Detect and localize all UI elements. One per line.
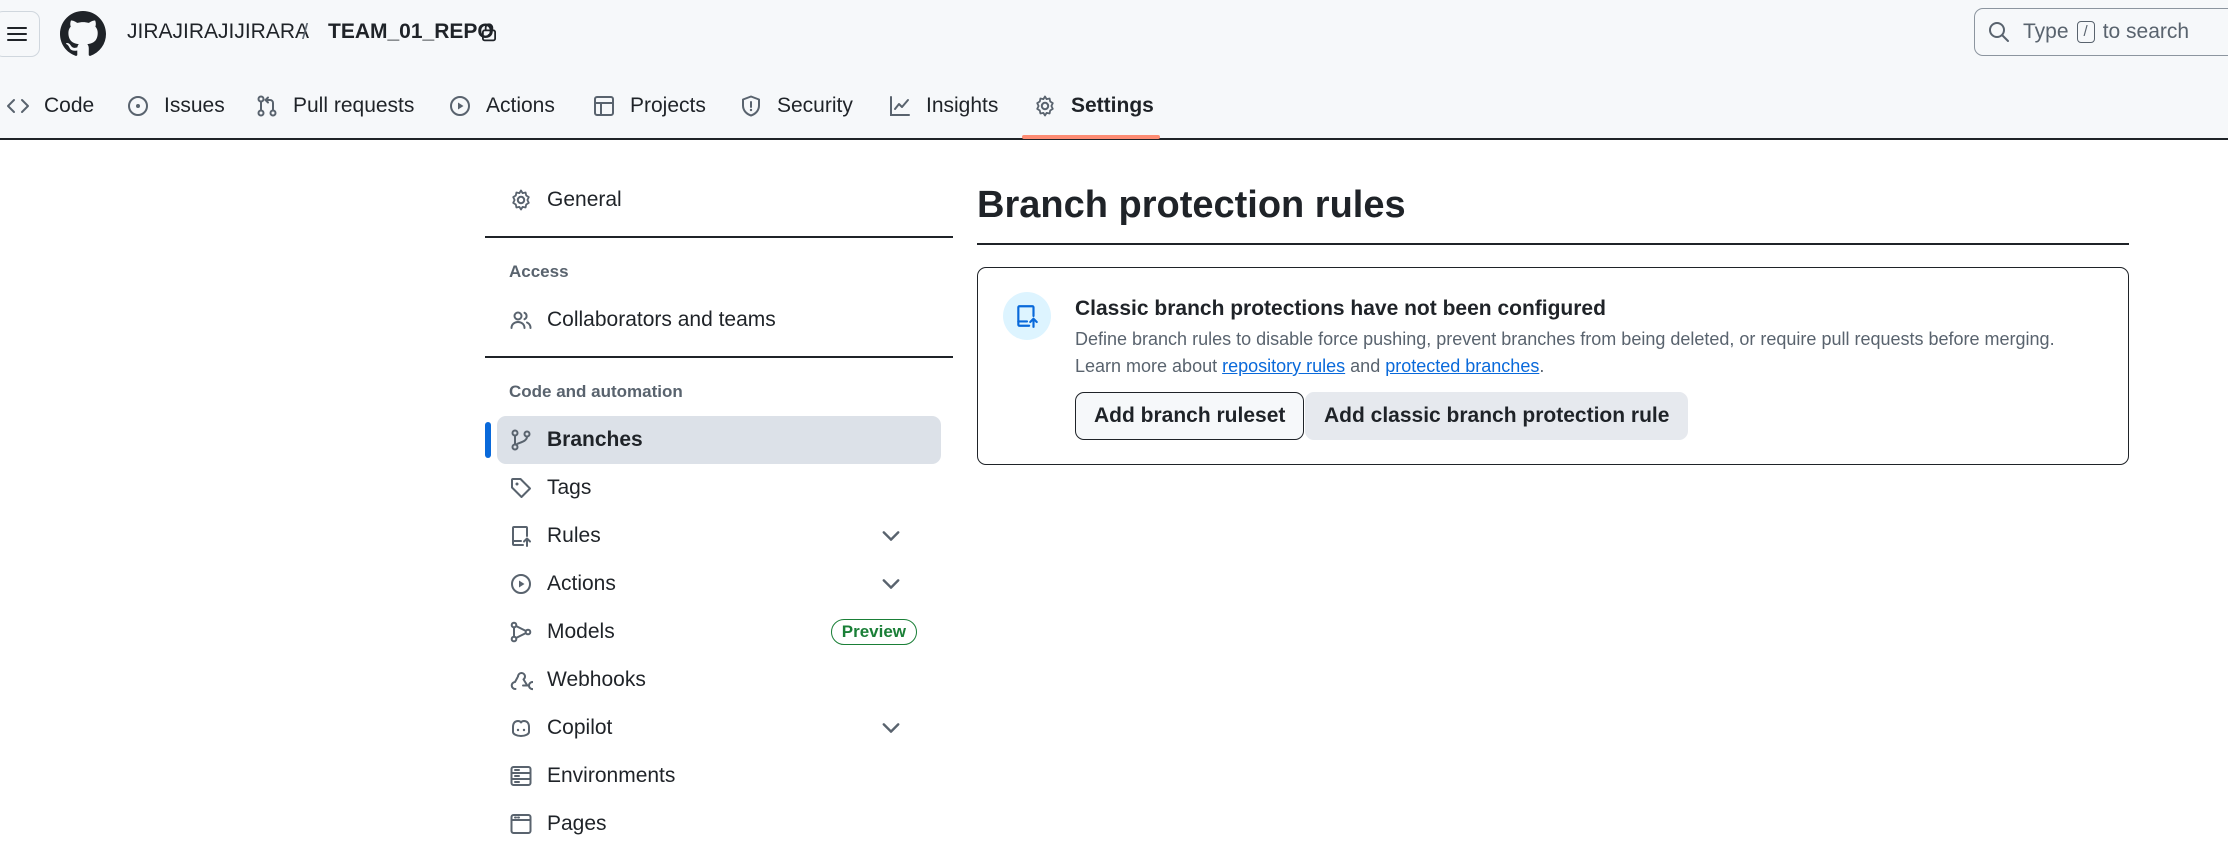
- sidebar-item-label: Branches: [547, 428, 643, 451]
- tab-security[interactable]: Security: [739, 82, 853, 130]
- models-icon: [510, 621, 532, 643]
- preview-badge: Preview: [830, 619, 917, 645]
- play-icon: [450, 96, 470, 116]
- tab-insights-label: Insights: [926, 94, 999, 117]
- and-text: and: [1350, 356, 1381, 376]
- play-icon: [511, 574, 531, 594]
- sidebar-item-general[interactable]: General: [497, 176, 941, 224]
- sidebar-item-collaborators[interactable]: Collaborators and teams: [497, 296, 941, 344]
- page-title: Branch protection rules: [977, 184, 1406, 226]
- search-input[interactable]: Type / to search: [1974, 8, 2228, 56]
- branch-protection-blankslate: Classic branch protections have not been…: [977, 267, 2129, 465]
- chevron-down-icon[interactable]: [879, 716, 903, 740]
- breadcrumb-separator: /: [302, 19, 309, 44]
- repository-rules-link[interactable]: repository rules: [1222, 356, 1345, 376]
- chevron-down-icon[interactable]: [879, 524, 903, 548]
- people-icon: [510, 311, 532, 329]
- lock-icon: [482, 23, 496, 42]
- blankslate-desc-line1: Define branch rules to disable force pus…: [1075, 329, 2055, 349]
- git-pull-request-icon: [257, 95, 277, 117]
- period-text: .: [1539, 356, 1545, 376]
- server-icon: [510, 766, 532, 786]
- sidebar-item-environments[interactable]: Environments: [497, 752, 941, 800]
- hamburger-menu-button[interactable]: [0, 11, 40, 57]
- sidebar-item-label: Rules: [547, 524, 601, 547]
- sidebar-heading-access: Access: [509, 262, 569, 281]
- sidebar-item-rules[interactable]: Rules: [497, 512, 941, 560]
- title-divider: [977, 243, 2129, 245]
- blankslate-title: Classic branch protections have not been…: [1075, 297, 1606, 320]
- search-shortcut-key: /: [2076, 21, 2095, 43]
- tab-actions-label: Actions: [486, 94, 555, 117]
- github-logo-icon[interactable]: [60, 11, 106, 57]
- add-branch-ruleset-button[interactable]: Add branch ruleset: [1075, 392, 1305, 440]
- blankslate-description: Define branch rules to disable force pus…: [1075, 326, 2115, 380]
- hamburger-icon: [7, 27, 27, 41]
- sidebar-item-label: General: [547, 188, 622, 211]
- blankslate-icon-wrap: [1003, 292, 1051, 340]
- tab-insights[interactable]: Insights: [888, 82, 998, 130]
- sidebar-item-branches[interactable]: Branches: [497, 416, 941, 464]
- gear-icon: [1036, 95, 1054, 117]
- code-icon: [7, 99, 29, 113]
- tab-issues[interactable]: Issues: [126, 82, 225, 130]
- sidebar-item-copilot[interactable]: Copilot: [497, 704, 941, 752]
- tab-code[interactable]: Code: [6, 82, 94, 130]
- tab-pull-requests[interactable]: Pull requests: [255, 82, 414, 130]
- search-prefix: Type: [2023, 20, 2069, 43]
- tab-issues-label: Issues: [164, 94, 225, 117]
- chevron-down-icon[interactable]: [879, 572, 903, 596]
- sidebar-divider: [485, 236, 953, 238]
- sidebar-item-webhooks[interactable]: Webhooks: [497, 656, 941, 704]
- browser-icon: [510, 814, 532, 834]
- table-icon: [594, 96, 614, 116]
- search-placeholder: Type / to search: [2023, 20, 2189, 44]
- tab-settings-label: Settings: [1071, 94, 1154, 117]
- repo-owner-link[interactable]: JIRAJIRAJIJIRARA: [127, 18, 309, 46]
- sidebar-item-label: Environments: [547, 764, 676, 787]
- sidebar-item-label: Pages: [547, 812, 607, 835]
- repo-header: JIRAJIRAJIJIRARA / TEAM_01_REPO Type / t…: [0, 0, 2228, 140]
- tab-settings[interactable]: Settings: [1033, 82, 1154, 130]
- tab-projects[interactable]: Projects: [592, 82, 706, 130]
- tag-icon: [511, 478, 531, 498]
- git-branch-icon: [511, 429, 531, 451]
- repo-push-icon: [512, 526, 531, 547]
- graph-icon: [890, 96, 910, 116]
- tab-projects-label: Projects: [630, 94, 706, 117]
- sidebar-divider: [485, 356, 953, 358]
- issue-opened-icon: [128, 96, 148, 116]
- add-classic-protection-rule-button[interactable]: Add classic branch protection rule: [1305, 392, 1689, 440]
- search-icon: [1989, 22, 2009, 42]
- sidebar-item-label: Tags: [547, 476, 592, 499]
- sidebar-item-pages[interactable]: Pages: [497, 800, 941, 848]
- sidebar-item-label: Copilot: [547, 716, 613, 739]
- tab-actions[interactable]: Actions: [448, 82, 555, 130]
- sidebar-item-label: Actions: [547, 572, 616, 595]
- tab-security-label: Security: [777, 94, 853, 117]
- tab-code-label: Code: [44, 94, 95, 117]
- repo-push-icon: [1017, 305, 1038, 328]
- repo-name-link[interactable]: TEAM_01_REPO: [328, 18, 494, 46]
- tab-pull-requests-label: Pull requests: [293, 94, 415, 117]
- shield-icon: [742, 95, 760, 117]
- blankslate-desc-line2: Learn more about repository rules and pr…: [1075, 353, 2115, 380]
- sidebar-item-label: Models: [547, 620, 615, 643]
- copilot-icon: [512, 720, 530, 737]
- sidebar-item-models[interactable]: Models Preview: [497, 608, 941, 656]
- learn-more-text: Learn more about: [1075, 356, 1218, 376]
- settings-sidebar: General Access Collaborators and teams C…: [485, 140, 953, 857]
- sidebar-item-label: Collaborators and teams: [547, 308, 776, 331]
- sidebar-item-tags[interactable]: Tags: [497, 464, 941, 512]
- sidebar-heading-code-automation: Code and automation: [509, 382, 683, 401]
- protected-branches-link[interactable]: protected branches: [1385, 356, 1539, 376]
- gear-icon: [512, 189, 530, 211]
- sidebar-item-actions[interactable]: Actions: [497, 560, 941, 608]
- webhook-icon: [510, 672, 533, 691]
- active-tab-underline: [1022, 135, 1160, 139]
- search-suffix: to search: [2102, 20, 2190, 43]
- active-item-indicator: [485, 422, 491, 458]
- sidebar-item-label: Webhooks: [547, 668, 646, 691]
